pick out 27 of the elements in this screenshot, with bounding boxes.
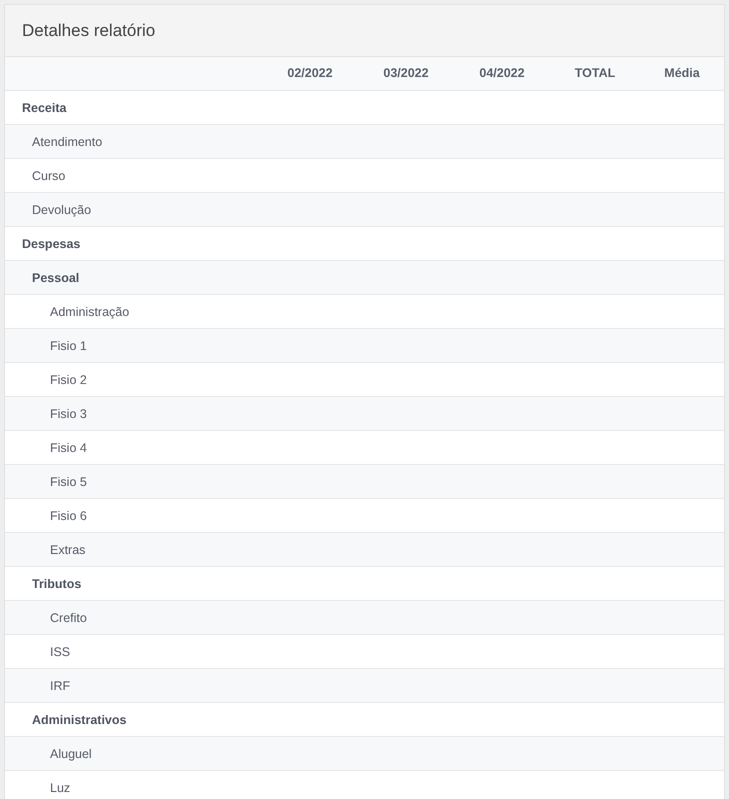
row-label: Curso — [32, 168, 66, 182]
card-title: Detalhes relatório — [22, 20, 156, 42]
row-label: Administração — [50, 304, 130, 318]
row-label: Crefito — [50, 610, 87, 624]
column-header: Média — [664, 65, 700, 82]
column-header: 04/2022 — [479, 65, 525, 82]
column-header: 02/2022 — [287, 65, 333, 82]
row-label: ISS — [50, 644, 70, 658]
row-label: IRF — [50, 678, 70, 692]
row-label: Despesas — [22, 236, 80, 250]
row-label: Pessoal — [32, 270, 80, 284]
row-label: Fisio 3 — [50, 406, 87, 420]
row-label: Fisio 4 — [50, 440, 87, 454]
column-header: TOTAL — [574, 65, 616, 82]
row-label: Receita — [22, 100, 66, 114]
row-label: Administrativos — [32, 712, 126, 726]
row-label: Fisio 6 — [50, 508, 87, 522]
row-label: Fisio 5 — [50, 474, 87, 488]
row-label: Atendimento — [32, 134, 102, 148]
column-header: 03/2022 — [383, 65, 429, 82]
row-label: Aluguel — [50, 746, 92, 760]
row-label: Devolução — [32, 202, 92, 216]
row-label: Fisio 1 — [50, 338, 87, 352]
row-label: Luz — [50, 780, 70, 794]
row-label: Extras — [50, 542, 86, 556]
row-label: Tributos — [32, 576, 82, 590]
row-label: Fisio 2 — [50, 372, 87, 386]
